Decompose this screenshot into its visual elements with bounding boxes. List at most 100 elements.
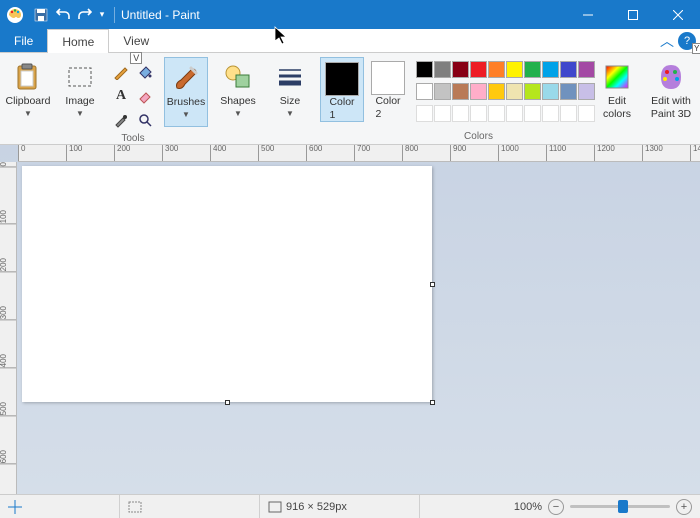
clipboard-button[interactable]: Clipboard ▼ [6, 57, 50, 127]
help-icon[interactable]: ? Y [678, 32, 696, 50]
palette-swatch[interactable] [524, 83, 541, 100]
palette-swatch[interactable] [560, 61, 577, 78]
brush-icon [170, 62, 202, 94]
ribbon-tabs: File Home View V ︿ ? Y [0, 29, 700, 53]
keytip-view: V [130, 52, 142, 64]
palette-swatch[interactable] [506, 61, 523, 78]
palette-swatch-empty[interactable] [524, 105, 541, 122]
palette-swatch[interactable] [542, 83, 559, 100]
paint3d-button[interactable]: Edit with Paint 3D [645, 57, 697, 127]
group-label-colors: Colors [464, 129, 493, 144]
palette-swatch[interactable] [452, 83, 469, 100]
canvas-size-icon [268, 501, 282, 513]
resize-handle-bottom[interactable] [225, 400, 230, 405]
fill-tool-icon[interactable] [134, 61, 156, 83]
palette-swatch[interactable] [470, 83, 487, 100]
redo-icon[interactable] [74, 4, 96, 26]
palette-swatch[interactable] [452, 61, 469, 78]
palette-row-2 [416, 79, 595, 100]
shapes-button[interactable]: Shapes ▼ [216, 57, 260, 127]
stroke-size-icon [274, 61, 306, 93]
palette-swatch-empty[interactable] [578, 105, 595, 122]
close-button[interactable] [655, 0, 700, 29]
chevron-down-icon: ▼ [234, 109, 242, 119]
size-button[interactable]: Size ▼ [268, 57, 312, 127]
magnifier-tool-icon[interactable] [134, 109, 156, 131]
palette-swatch[interactable] [506, 83, 523, 100]
color-picker-tool-icon[interactable] [110, 109, 132, 131]
crosshair-icon [8, 500, 22, 514]
palette-swatch[interactable] [488, 83, 505, 100]
chevron-down-icon: ▼ [182, 110, 190, 120]
palette-swatch-empty[interactable] [560, 105, 577, 122]
eraser-tool-icon[interactable] [134, 85, 156, 107]
resize-handle-right[interactable] [430, 282, 435, 287]
status-bar: 916 × 529px 100% − + [0, 494, 700, 518]
tab-view[interactable]: View V [109, 29, 163, 52]
group-label-tools: Tools [121, 131, 144, 146]
canvas-size-display: 916 × 529px [260, 495, 420, 518]
undo-icon[interactable] [52, 4, 74, 26]
minimize-button[interactable] [565, 0, 610, 29]
edit-colors-icon [601, 61, 633, 93]
cursor-position [0, 495, 120, 518]
palette-swatch-empty[interactable] [488, 105, 505, 122]
color2-button[interactable]: Color 2 [366, 57, 410, 120]
palette-swatch[interactable] [578, 83, 595, 100]
image-select-button[interactable]: Image ▼ [58, 57, 102, 127]
tools-grid: A [110, 57, 156, 131]
palette-swatch[interactable] [488, 61, 505, 78]
palette-swatch[interactable] [434, 83, 451, 100]
brushes-button[interactable]: Brushes ▼ [164, 57, 208, 127]
keytip-help: Y [692, 43, 700, 54]
palette-swatch[interactable] [470, 61, 487, 78]
collapse-ribbon-icon[interactable]: ︿ [660, 31, 674, 51]
palette-swatch-empty[interactable] [506, 105, 523, 122]
ribbon: Clipboard ▼ . Image ▼ . A [0, 53, 700, 145]
palette-swatch[interactable] [524, 61, 541, 78]
zoom-in-button[interactable]: + [676, 499, 692, 515]
group-clipboard: Clipboard ▼ . [4, 55, 52, 144]
zoom-out-button[interactable]: − [548, 499, 564, 515]
group-image: Image ▼ . [56, 55, 104, 144]
workspace: 0100200300400500600700800900100011001200… [0, 145, 700, 494]
palette-swatch-empty[interactable] [470, 105, 487, 122]
selection-size [120, 495, 260, 518]
chevron-down-icon: ▼ [76, 109, 84, 119]
selection-icon [128, 501, 142, 513]
resize-handle-corner[interactable] [430, 400, 435, 405]
edit-colors-button[interactable]: Edit colors [597, 57, 637, 127]
palette-swatch-empty[interactable] [434, 105, 451, 122]
palette-swatch-empty[interactable] [416, 105, 433, 122]
window-title: Untitled - Paint [121, 8, 200, 22]
chevron-down-icon: ▼ [24, 109, 32, 119]
paste-icon [12, 61, 44, 93]
tab-home[interactable]: Home [47, 29, 109, 53]
chevron-down-icon: ▼ [286, 109, 294, 119]
group-size: Size ▼ . [266, 55, 314, 144]
save-icon[interactable] [30, 4, 52, 26]
palette-swatch[interactable] [416, 61, 433, 78]
color1-button[interactable]: Color 1 [320, 57, 364, 122]
qat-dropdown-icon[interactable]: ▾ [96, 4, 108, 26]
palette-swatch[interactable] [416, 83, 433, 100]
palette-swatch[interactable] [578, 61, 595, 78]
maximize-button[interactable] [610, 0, 655, 29]
palette-swatch[interactable] [560, 83, 577, 100]
zoom-slider[interactable] [570, 505, 670, 508]
palette-swatch[interactable] [434, 61, 451, 78]
text-tool-icon[interactable]: A [110, 85, 132, 107]
zoom-thumb[interactable] [618, 500, 628, 513]
title-bar: ▾ Untitled - Paint [0, 0, 700, 29]
palette-swatch[interactable] [542, 61, 559, 78]
canvas[interactable] [22, 166, 432, 402]
tab-file[interactable]: File [0, 29, 47, 52]
group-brushes: Brushes ▼ . [162, 55, 210, 144]
app-icon [4, 4, 26, 26]
color1-swatch [325, 62, 359, 96]
palette-row-1 [416, 57, 595, 78]
palette-swatch-empty[interactable] [542, 105, 559, 122]
palette-swatch-empty[interactable] [452, 105, 469, 122]
zoom-level: 100% [514, 501, 542, 513]
pencil-tool-icon[interactable] [110, 61, 132, 83]
